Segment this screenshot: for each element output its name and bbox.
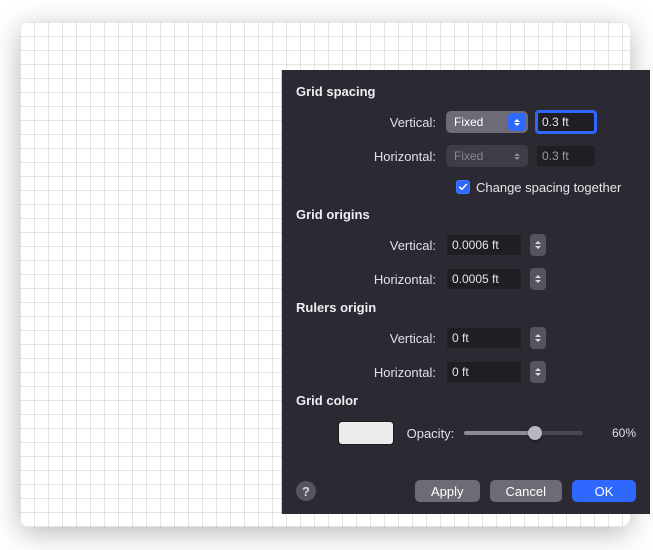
horizontal-label: Horizontal: xyxy=(296,149,446,164)
grid-spacing-horizontal-mode-select: Fixed xyxy=(446,145,528,167)
select-arrows-icon xyxy=(508,147,526,165)
grid-origins-horizontal-input[interactable] xyxy=(446,268,522,290)
slider-track-fill xyxy=(464,431,535,435)
vertical-label: Vertical: xyxy=(296,331,446,346)
cancel-button[interactable]: Cancel xyxy=(490,480,562,502)
grid-color-heading: Grid color xyxy=(296,393,636,408)
grid-spacing-vertical-row: Vertical: Fixed xyxy=(296,107,636,137)
horizontal-label: Horizontal: xyxy=(296,272,446,287)
grid-spacing-horizontal-value-input xyxy=(536,145,596,167)
grid-spacing-vertical-mode-select[interactable]: Fixed xyxy=(446,111,528,133)
select-value: Fixed xyxy=(454,149,483,163)
grid-spacing-vertical-value-input[interactable] xyxy=(536,111,596,133)
grid-settings-panel: Grid spacing Vertical: Fixed Horizontal:… xyxy=(282,70,650,514)
ok-button[interactable]: OK xyxy=(572,480,636,502)
dialog-footer: ? Apply Cancel OK xyxy=(282,468,650,514)
grid-origins-heading: Grid origins xyxy=(296,207,636,222)
checkmark-icon xyxy=(458,182,468,192)
change-spacing-together-row: Change spacing together xyxy=(296,175,636,199)
rulers-origin-heading: Rulers origin xyxy=(296,300,636,315)
grid-spacing-heading: Grid spacing xyxy=(296,84,636,99)
select-arrows-icon xyxy=(508,113,526,131)
opacity-slider[interactable] xyxy=(464,424,583,442)
change-spacing-together-label: Change spacing together xyxy=(476,180,621,195)
horizontal-label: Horizontal: xyxy=(296,365,446,380)
grid-color-well[interactable] xyxy=(339,422,392,444)
rulers-origin-vertical-input[interactable] xyxy=(446,327,522,349)
opacity-label: Opacity: xyxy=(407,426,455,441)
grid-spacing-horizontal-row: Horizontal: Fixed xyxy=(296,141,636,171)
grid-origins-vertical-row: Vertical: xyxy=(296,230,636,260)
rulers-origin-horizontal-stepper[interactable] xyxy=(530,361,546,383)
select-value: Fixed xyxy=(454,115,483,129)
vertical-label: Vertical: xyxy=(296,238,446,253)
grid-origins-vertical-stepper[interactable] xyxy=(530,234,546,256)
grid-origins-vertical-input[interactable] xyxy=(446,234,522,256)
rulers-origin-vertical-stepper[interactable] xyxy=(530,327,546,349)
rulers-origin-horizontal-input[interactable] xyxy=(446,361,522,383)
change-spacing-together-checkbox[interactable] xyxy=(456,180,470,194)
opacity-value: 60% xyxy=(597,426,637,440)
help-button[interactable]: ? xyxy=(296,481,316,501)
rulers-origin-vertical-row: Vertical: xyxy=(296,323,636,353)
grid-origins-horizontal-row: Horizontal: xyxy=(296,264,636,294)
slider-thumb[interactable] xyxy=(528,426,542,440)
grid-color-row: Opacity: 60% xyxy=(296,416,636,450)
rulers-origin-horizontal-row: Horizontal: xyxy=(296,357,636,387)
grid-origins-horizontal-stepper[interactable] xyxy=(530,268,546,290)
vertical-label: Vertical: xyxy=(296,115,446,130)
apply-button[interactable]: Apply xyxy=(415,480,480,502)
